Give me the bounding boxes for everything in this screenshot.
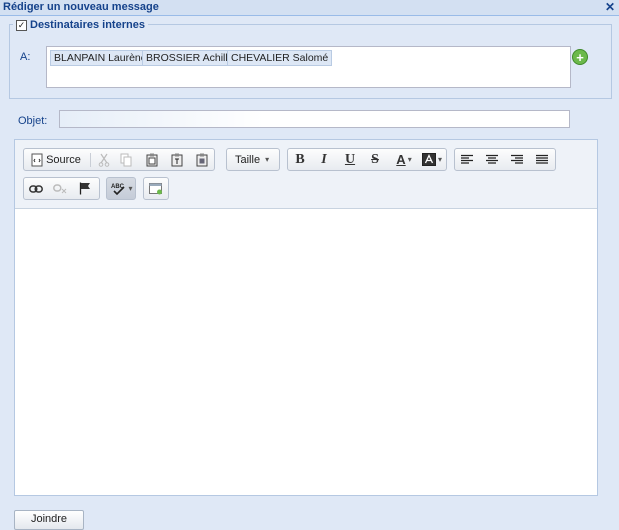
align-center-icon[interactable] <box>484 151 500 168</box>
link-icon[interactable] <box>28 180 44 197</box>
underline-icon: U <box>344 151 356 167</box>
add-recipient-button[interactable]: + <box>572 49 588 65</box>
subject-label: Objet: <box>18 115 48 127</box>
recipient-chip[interactable]: BLANPAIN Laurène <box>50 50 151 66</box>
background-color-button[interactable]: ▾ <box>420 151 444 168</box>
internal-recipients-label: Destinataires internes <box>30 19 145 31</box>
font-size-dropdown[interactable]: Taille ▾ <box>235 151 277 168</box>
toolbar-group-clipboard: Source <box>23 148 215 171</box>
anchor-flag-icon[interactable] <box>77 180 93 197</box>
toolbar-group-links <box>23 177 100 200</box>
paste-icon[interactable] <box>144 151 160 168</box>
editor-content[interactable] <box>15 209 597 495</box>
paste-word-icon[interactable] <box>194 151 210 168</box>
source-label: Source <box>46 153 81 166</box>
maximize-icon[interactable] <box>148 180 164 197</box>
strike-button[interactable]: S <box>367 151 383 168</box>
toolbar-separator <box>90 153 91 167</box>
text-color-icon: A <box>396 152 406 167</box>
italic-button[interactable]: I <box>316 151 332 168</box>
bold-button[interactable]: B <box>292 151 308 168</box>
editor-toolbar: Source Taille ▾ B I U S A ▾ ▾ ABC ▾ <box>15 140 597 209</box>
bold-icon: B <box>295 151 305 167</box>
recipients-field[interactable]: BLANPAIN Laurène BROSSIER Achille CHEVAL… <box>46 46 571 88</box>
text-color-button[interactable]: A ▾ <box>392 151 416 168</box>
recipient-chip[interactable]: CHEVALIER Salomé <box>227 50 333 66</box>
window-title: Rédiger un nouveau message <box>3 1 159 13</box>
italic-icon: I <box>321 151 327 167</box>
toolbar-group-format: B I U S A ▾ ▾ <box>287 148 447 171</box>
chevron-down-icon: ▾ <box>128 184 133 193</box>
rich-text-editor: Source Taille ▾ B I U S A ▾ ▾ ABC ▾ <box>14 139 598 496</box>
paste-text-icon[interactable] <box>169 151 185 168</box>
spellcheck-button[interactable]: ABC ▾ <box>110 180 134 197</box>
attach-button[interactable]: Joindre <box>14 510 84 530</box>
unlink-icon[interactable] <box>52 180 68 197</box>
toolbar-group-align <box>454 148 556 171</box>
underline-button[interactable]: U <box>342 151 358 168</box>
chevron-down-icon: ▾ <box>265 155 270 164</box>
align-left-icon[interactable] <box>459 151 475 168</box>
chevron-down-icon: ▾ <box>407 155 412 164</box>
strike-icon: S <box>371 151 379 167</box>
copy-icon[interactable] <box>118 151 134 168</box>
cut-icon[interactable] <box>96 151 112 168</box>
align-justify-icon[interactable] <box>534 151 550 168</box>
chevron-down-icon: ▾ <box>437 155 442 164</box>
background-color-icon <box>421 153 436 166</box>
recipient-chip[interactable]: BROSSIER Achille <box>142 50 238 66</box>
font-size-label: Taille <box>235 153 261 166</box>
to-label: A: <box>20 51 31 63</box>
internal-recipients-checkbox[interactable]: ✓ <box>16 19 27 31</box>
source-button[interactable]: Source <box>28 151 84 168</box>
title-bar: Rédiger un nouveau message ✕ <box>0 0 619 16</box>
subject-input[interactable] <box>59 110 570 128</box>
spellcheck-icon: ABC <box>111 182 127 196</box>
close-icon[interactable]: ✕ <box>604 0 616 14</box>
source-icon <box>31 153 43 167</box>
toolbar-group-view <box>143 177 169 200</box>
align-right-icon[interactable] <box>509 151 525 168</box>
recipients-legend: ✓ Destinataires internes <box>13 18 148 32</box>
toolbar-group-size: Taille ▾ <box>226 148 280 171</box>
toolbar-group-spellcheck: ABC ▾ <box>106 177 136 200</box>
